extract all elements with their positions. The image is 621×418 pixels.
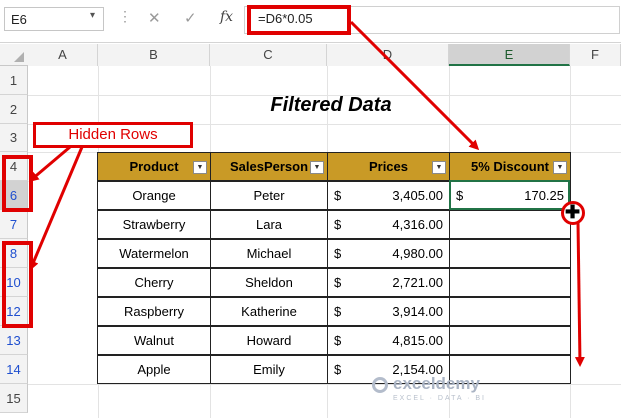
table-cell[interactable]: $4,815.00	[327, 326, 450, 355]
row-header-7[interactable]: 7	[0, 210, 28, 239]
table-cell[interactable]: Emily	[210, 355, 328, 384]
hidden-rows-highlight	[2, 155, 33, 212]
selected-cell-e6[interactable]	[449, 180, 570, 210]
gridline	[28, 384, 621, 385]
row-header-2[interactable]: 2	[0, 95, 28, 124]
currency-symbol: $	[334, 362, 342, 377]
currency-symbol: $	[334, 217, 342, 232]
column-header-f[interactable]: F	[570, 44, 621, 66]
table-header-prices: Prices ▼	[327, 152, 450, 181]
table-cell[interactable]	[449, 239, 571, 268]
amount-value: 3,405.00	[392, 188, 443, 203]
filter-dropdown-icon[interactable]: ▼	[553, 161, 567, 174]
hidden-rows-label: Hidden Rows	[33, 122, 193, 148]
column-header-c[interactable]: C	[210, 44, 327, 66]
arrow-drag-down	[574, 221, 585, 367]
watermark-tagline: EXCEL · DATA · BI	[393, 395, 486, 402]
table-cell[interactable]: Raspberry	[97, 297, 211, 326]
row-header-13[interactable]: 13	[0, 326, 28, 355]
hidden-rows-highlight	[2, 241, 33, 328]
sheet-title: Filtered Data	[270, 94, 392, 116]
filter-dropdown-icon[interactable]: ▼	[432, 161, 446, 174]
currency-symbol: $	[334, 275, 342, 290]
amount-value: 4,980.00	[392, 246, 443, 261]
table-cell[interactable]	[449, 297, 571, 326]
table-cell[interactable]: Howard	[210, 326, 328, 355]
insert-function-icon[interactable]: fx	[220, 9, 233, 25]
arrow-hidden-rows-2	[29, 146, 84, 271]
table-cell[interactable]: Peter	[210, 181, 328, 210]
column-header-a[interactable]: A	[28, 44, 98, 66]
table-cell[interactable]: $4,316.00	[327, 210, 450, 239]
row-header-1[interactable]: 1	[0, 66, 28, 95]
amount-value: 4,316.00	[392, 217, 443, 232]
header-label: SalesPerson	[229, 159, 309, 174]
row-header-14[interactable]: 14	[0, 355, 28, 384]
table-cell[interactable]: Lara	[210, 210, 328, 239]
table-header-salesperson: SalesPerson ▼	[210, 152, 328, 181]
table-cell[interactable]: Apple	[97, 355, 211, 384]
row-header-3[interactable]: 3	[0, 124, 28, 152]
column-header-d[interactable]: D	[327, 44, 449, 66]
table-cell[interactable]: Katherine	[210, 297, 328, 326]
table-header-product: Product ▼	[97, 152, 211, 181]
header-label: 5% Discount	[470, 159, 549, 174]
name-box[interactable]: E6	[4, 7, 104, 31]
table-cell[interactable]: $4,980.00	[327, 239, 450, 268]
table-cell[interactable]: Watermelon	[97, 239, 211, 268]
cancel-icon[interactable]: ✕	[148, 9, 161, 27]
currency-symbol: $	[334, 304, 342, 319]
table-cell[interactable]: Strawberry	[97, 210, 211, 239]
more-icon: ⋮	[118, 8, 132, 24]
currency-symbol: $	[334, 188, 342, 203]
table-cell[interactable]: $2,721.00	[327, 268, 450, 297]
table-cell[interactable]: Walnut	[97, 326, 211, 355]
table-cell[interactable]: $3,405.00	[327, 181, 450, 210]
header-label: Product	[129, 159, 179, 174]
amount-value: 4,815.00	[392, 333, 443, 348]
table-cell[interactable]	[449, 268, 571, 297]
currency-symbol: $	[334, 333, 342, 348]
table-cell[interactable]: Michael	[210, 239, 328, 268]
currency-symbol: $	[334, 246, 342, 261]
filter-applied-icon[interactable]: ▼	[193, 161, 207, 174]
watermark-name: exceldemy	[393, 374, 480, 393]
select-all-button[interactable]	[14, 52, 24, 62]
table-cell[interactable]: Sheldon	[210, 268, 328, 297]
filter-dropdown-icon[interactable]: ▼	[310, 161, 324, 174]
enter-icon[interactable]: ✓	[184, 9, 197, 27]
table-cell[interactable]: Orange	[97, 181, 211, 210]
chevron-down-icon[interactable]: ▾	[90, 10, 95, 21]
table-header-discount: 5% Discount ▼	[449, 152, 571, 181]
crosshair-cursor-icon: ✚	[565, 202, 581, 222]
table-cell[interactable]	[449, 210, 571, 239]
exceldemy-logo-icon	[372, 377, 388, 393]
table-cell[interactable]: $3,914.00	[327, 297, 450, 326]
amount-value: 2,721.00	[392, 275, 443, 290]
header-label: Prices	[368, 159, 409, 174]
column-header-b[interactable]: B	[98, 44, 210, 66]
amount-value: 3,914.00	[392, 304, 443, 319]
row-header-15[interactable]: 15	[0, 384, 28, 413]
formula-highlight-box	[247, 5, 351, 35]
table-cell[interactable]: Cherry	[97, 268, 211, 297]
table-cell[interactable]	[449, 326, 571, 355]
column-header-e[interactable]: E	[449, 44, 570, 66]
